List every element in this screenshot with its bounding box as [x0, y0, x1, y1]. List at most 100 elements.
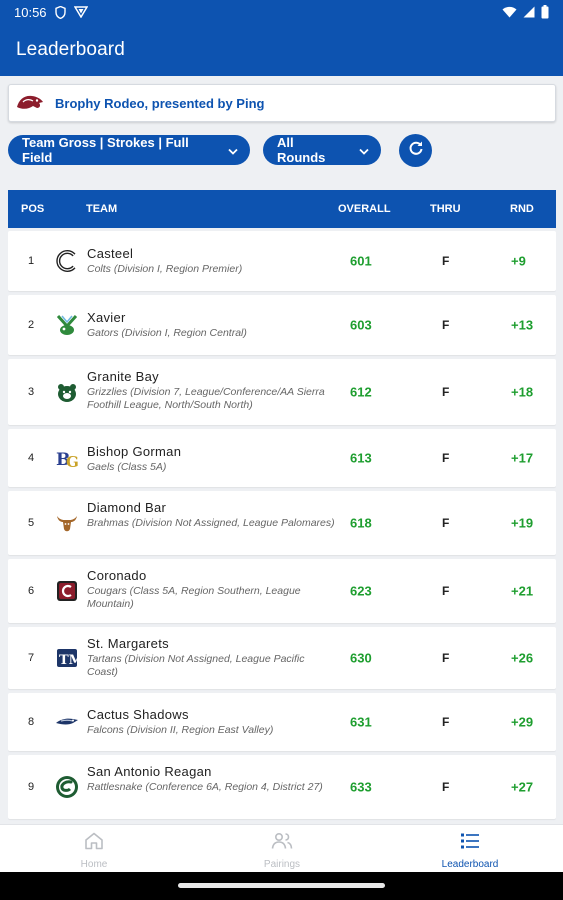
thru-status: F [442, 584, 450, 598]
nav-item-pairings[interactable]: Pairings [188, 825, 376, 873]
row-position: 2 [28, 319, 35, 331]
coronado-logo-icon [55, 579, 79, 603]
table-row[interactable]: 3 Granite Bay Grizzlies (Division 7, Lea… [8, 359, 556, 425]
row-position: 7 [28, 652, 35, 664]
round-score: +21 [511, 583, 534, 599]
table-row[interactable]: 1 Casteel Colts (Division I, Region Prem… [8, 231, 556, 291]
team-name: Bishop Gorman [87, 444, 182, 459]
thru-status: F [442, 451, 450, 465]
overall-score: 601 [350, 253, 372, 269]
overall-score: 631 [350, 714, 372, 730]
chevron-down-icon [228, 143, 238, 158]
thru-status: F [442, 780, 450, 794]
round-score: +19 [511, 515, 534, 531]
app-bar: Leaderboard [0, 24, 563, 76]
signal-icon [523, 6, 535, 18]
pairings-icon [271, 832, 293, 855]
column-header-overall[interactable]: OVERALL [338, 203, 391, 215]
table-row[interactable]: 7 TM St. Margarets Tartans (Division Not… [8, 627, 556, 689]
team-details: Brahmas (Division Not Assigned, League P… [87, 517, 335, 529]
nav-label-home: Home [80, 859, 108, 870]
overall-score: 613 [350, 450, 372, 466]
refresh-button[interactable] [399, 134, 432, 167]
team-name: Diamond Bar [87, 500, 167, 515]
bishop-gorman-logo-icon: BG [55, 446, 79, 471]
nav-label-leaderboard: Leaderboard [441, 859, 499, 870]
table-row[interactable]: 4 BG Bishop Gorman Gaels (Class 5A) 613 … [8, 429, 556, 487]
round-score: +27 [511, 779, 534, 795]
round-score: +26 [511, 650, 534, 666]
team-name: Granite Bay [87, 369, 159, 384]
home-icon [84, 832, 104, 855]
svg-text:G: G [66, 453, 79, 470]
thru-status: F [442, 318, 450, 332]
nav-item-leaderboard[interactable]: Leaderboard [376, 825, 563, 873]
granite-bay-logo-icon [55, 380, 79, 404]
team-details: Grizzlies (Division 7, League/Conference… [87, 386, 325, 411]
nav-label-pairings: Pairings [263, 859, 301, 870]
chevron-down-icon [359, 143, 369, 158]
leaderboard-icon [460, 832, 480, 855]
team-name: San Antonio Reagan [87, 764, 212, 779]
team-details: Colts (Division I, Region Premier) [87, 263, 243, 275]
thru-status: F [442, 516, 450, 530]
table-row[interactable]: 9 San Antonio Reagan Rattlesnake (Confer… [8, 755, 556, 819]
round-score: +18 [511, 384, 534, 400]
column-header-team[interactable]: TEAM [86, 203, 117, 215]
round-score: +17 [511, 450, 534, 466]
row-position: 5 [28, 517, 35, 529]
thru-status: F [442, 385, 450, 399]
thru-status: F [442, 715, 450, 729]
row-position: 9 [28, 781, 35, 793]
field-filter-label: Team Gross | Strokes | Full Field [22, 135, 189, 165]
table-row[interactable]: 5 Diamond Bar Brahmas (Division Not Assi… [8, 491, 556, 555]
table-row[interactable]: 2 Xavier Gators (Division I, Region Cent… [8, 295, 556, 355]
team-name: Coronado [87, 568, 147, 583]
column-header-rnd[interactable]: RND [510, 203, 534, 215]
row-position: 3 [28, 386, 35, 398]
row-position: 1 [28, 255, 35, 267]
thru-status: F [442, 651, 450, 665]
refresh-icon [408, 140, 424, 161]
team-name: Cactus Shadows [87, 707, 189, 722]
round-score: +13 [511, 317, 534, 333]
wifi-icon [502, 6, 517, 18]
leaderboard-list[interactable]: 1 Casteel Colts (Division I, Region Prem… [8, 231, 556, 821]
vpn-shield-icon [54, 5, 66, 19]
event-banner[interactable]: Brophy Rodeo, presented by Ping [8, 84, 556, 122]
overall-score: 623 [350, 583, 372, 599]
row-position: 4 [28, 452, 35, 464]
play-protect-icon [73, 6, 88, 18]
team-name: St. Margarets [87, 636, 169, 651]
status-bar: 10:56 [0, 0, 563, 24]
event-name: Brophy Rodeo, presented by Ping [55, 95, 265, 111]
table-row[interactable]: 6 Coronado Cougars (Class 5A, Region Sou… [8, 559, 556, 623]
system-gesture-bar [0, 872, 563, 900]
team-details: Gaels (Class 5A) [87, 461, 167, 473]
team-details: Cougars (Class 5A, Region Southern, Leag… [87, 585, 301, 610]
team-details: Rattlesnake (Conference 6A, Region 4, Di… [87, 781, 323, 793]
diamond-bar-logo-icon [55, 511, 79, 535]
svg-text:TM: TM [59, 653, 79, 668]
nav-item-home[interactable]: Home [0, 825, 188, 873]
table-row[interactable]: 8 Cactus Shadows Falcons (Division II, R… [8, 693, 556, 751]
xavier-logo-icon [55, 313, 79, 337]
st-margarets-logo-icon: TM [55, 646, 83, 670]
team-details: Tartans (Division Not Assigned, League P… [87, 653, 305, 678]
rounds-filter-dropdown[interactable]: All Rounds [263, 135, 381, 165]
column-header-thru[interactable]: THRU [430, 203, 461, 215]
team-name: Casteel [87, 246, 134, 261]
broncos-logo-icon [15, 92, 45, 114]
team-details: Falcons (Division II, Region East Valley… [87, 724, 274, 736]
round-score: +9 [511, 253, 526, 269]
field-filter-dropdown[interactable]: Team Gross | Strokes | Full Field [8, 135, 250, 165]
team-details: Gators (Division I, Region Central) [87, 327, 247, 339]
team-name: Xavier [87, 310, 126, 325]
filter-bar: Team Gross | Strokes | Full Field All Ro… [8, 134, 432, 167]
overall-score: 630 [350, 650, 372, 666]
column-header-pos[interactable]: POS [21, 203, 44, 215]
row-position: 8 [28, 716, 35, 728]
rounds-filter-label: All Rounds [277, 135, 326, 165]
home-gesture-handle[interactable] [178, 883, 385, 888]
leaderboard-header: POS TEAM OVERALL THRU RND [8, 190, 556, 228]
